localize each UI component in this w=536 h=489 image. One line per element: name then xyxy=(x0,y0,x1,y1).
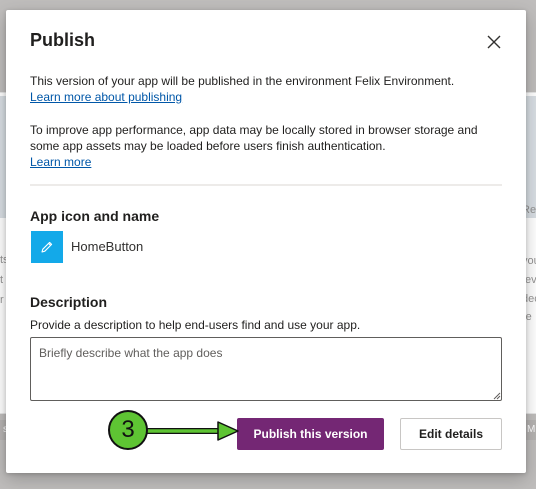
close-icon xyxy=(487,35,501,49)
close-button[interactable] xyxy=(484,32,504,52)
publish-this-version-button[interactable]: Publish this version xyxy=(237,418,384,450)
publish-dialog: Publish This version of your app will be… xyxy=(6,10,526,473)
pencil-icon xyxy=(41,241,53,253)
performance-info: To improve app performance, app data may… xyxy=(30,122,510,170)
resize-grip-icon[interactable] xyxy=(493,392,501,400)
description-help-text: Provide a description to help end-users … xyxy=(30,318,361,332)
description-section-title: Description xyxy=(30,294,108,310)
arrow-right-icon xyxy=(146,421,239,441)
app-icon xyxy=(31,231,63,263)
performance-info-text: To improve app performance, app data may… xyxy=(30,123,478,153)
publish-info: This version of your app will be publish… xyxy=(30,73,510,105)
learn-more-publishing-link[interactable]: Learn more about publishing xyxy=(30,90,182,104)
dialog-title: Publish xyxy=(30,30,96,50)
step-badge: 3 xyxy=(108,410,148,450)
app-icon-section-title: App icon and name xyxy=(30,208,160,224)
app-name: HomeButton xyxy=(71,239,144,254)
learn-more-link[interactable]: Learn more xyxy=(30,155,91,169)
divider xyxy=(30,184,502,186)
publish-info-text: This version of your app will be publish… xyxy=(30,74,455,88)
edit-details-button[interactable]: Edit details xyxy=(400,418,502,450)
description-input[interactable] xyxy=(30,337,502,401)
